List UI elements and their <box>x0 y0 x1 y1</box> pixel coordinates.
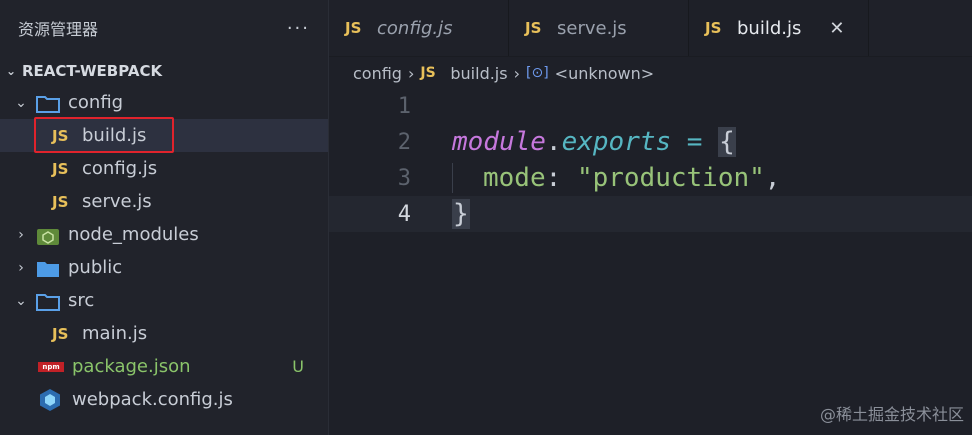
code-text: } <box>452 199 470 229</box>
node-folder-icon <box>36 227 59 245</box>
line-number: 2 <box>397 129 411 155</box>
breadcrumb: config › JS build.js › [⊙] <unknown> <box>329 57 972 89</box>
npm-icon: npm <box>38 361 64 372</box>
tree-item-label: webpack.config.js <box>72 389 233 410</box>
tree-item-src[interactable]: ⌄ src <box>0 284 328 317</box>
tree-item-label: config.js <box>82 158 158 179</box>
tree-item-config[interactable]: ⌄ config <box>0 86 328 119</box>
chevron-right-icon: › <box>18 226 24 243</box>
breadcrumb-file[interactable]: build.js <box>450 64 507 83</box>
tree-item-label: package.json <box>72 356 191 377</box>
tab-serve-js[interactable]: JS serve.js <box>509 0 689 56</box>
token-exports: exports <box>561 127 672 157</box>
token-string: "production" <box>576 163 765 193</box>
webpack-icon <box>38 388 62 412</box>
tree-item-webpack-config[interactable]: webpack.config.js <box>0 383 328 416</box>
tree-item-label: src <box>68 290 95 311</box>
tree-item-label: config <box>68 92 124 113</box>
symbol-icon: [⊙] <box>526 65 549 81</box>
line-number: 1 <box>397 93 411 119</box>
code-view[interactable]: 1 2 module.exports = { 3 mode: "producti… <box>329 88 972 232</box>
js-file-icon: JS <box>420 65 436 81</box>
chevron-right-icon: › <box>513 63 520 83</box>
folder-icon <box>36 260 59 277</box>
code-text: mode: "production", <box>452 163 780 193</box>
tab-bar: JS config.js JS serve.js JS build.js ✕ <box>329 0 972 57</box>
tree-item-serve-js[interactable]: JS serve.js <box>0 185 328 218</box>
explorer-sidebar: 资源管理器 ··· ⌄ REACT-WEBPACK ⌄ config JS bu… <box>0 0 329 435</box>
breadcrumb-folder[interactable]: config <box>353 64 402 83</box>
folder-open-icon <box>36 293 60 311</box>
js-file-icon: JS <box>52 159 69 178</box>
code-line-2: 2 module.exports = { <box>329 124 972 160</box>
token-open-brace: { <box>718 127 736 157</box>
watermark: @稀土掘金技术社区 <box>819 405 964 424</box>
tree-item-build-js[interactable]: JS build.js <box>0 117 328 153</box>
js-file-icon: JS <box>345 19 362 37</box>
js-file-icon: JS <box>705 19 722 37</box>
token-colon: : <box>545 163 577 193</box>
tree-item-main-js[interactable]: JS main.js <box>0 317 328 350</box>
chevron-down-icon: ⌄ <box>15 292 27 309</box>
tab-label: config.js <box>377 17 453 39</box>
close-icon[interactable]: ✕ <box>829 18 844 39</box>
chevron-right-icon: › <box>407 63 415 83</box>
chevron-right-icon: › <box>18 259 24 276</box>
code-line-1: 1 <box>329 88 972 124</box>
more-actions-icon[interactable]: ··· <box>287 18 310 39</box>
token-property: mode <box>483 163 546 193</box>
line-number: 4 <box>397 201 411 227</box>
token-dot: . <box>545 127 562 157</box>
workspace-section[interactable]: ⌄ REACT-WEBPACK <box>0 56 328 86</box>
line-number: 3 <box>397 165 411 191</box>
tab-label: build.js <box>737 17 802 39</box>
tab-config-js[interactable]: JS config.js <box>329 0 509 56</box>
git-status-badge: U <box>292 357 304 376</box>
workspace-name: REACT-WEBPACK <box>22 62 163 80</box>
tree-item-label: serve.js <box>82 191 152 212</box>
breadcrumb-symbol[interactable]: <unknown> <box>555 64 655 83</box>
chevron-down-icon: ⌄ <box>6 64 17 78</box>
js-file-icon: JS <box>52 192 69 211</box>
chevron-down-icon: ⌄ <box>15 94 27 111</box>
explorer-title: 资源管理器 <box>18 20 99 39</box>
token-comma: , <box>764 163 781 193</box>
tree-item-config-js[interactable]: JS config.js <box>0 152 328 185</box>
tree-item-label: public <box>68 257 123 278</box>
tree-item-node-modules[interactable]: › node_modules <box>0 218 328 251</box>
js-file-icon: JS <box>52 126 69 145</box>
js-file-icon: JS <box>52 324 69 343</box>
tree-item-public[interactable]: › public <box>0 251 328 284</box>
js-file-icon: JS <box>525 19 542 37</box>
tree-item-label: main.js <box>82 323 148 344</box>
explorer-header: 资源管理器 ··· <box>0 0 328 56</box>
code-line-4: 4 } <box>329 196 972 232</box>
tab-build-js[interactable]: JS build.js ✕ <box>689 0 869 56</box>
token-assign: = <box>671 127 719 157</box>
code-text: module.exports = { <box>452 127 736 157</box>
tab-label: serve.js <box>557 17 627 39</box>
code-line-3: 3 mode: "production", <box>329 160 972 196</box>
token-module: module <box>452 127 546 157</box>
folder-open-icon <box>36 95 60 113</box>
tree-item-label: build.js <box>82 125 147 146</box>
tree-item-label: node_modules <box>68 224 199 245</box>
tree-item-package-json[interactable]: npm package.json U <box>0 350 328 383</box>
editor-area: JS config.js JS serve.js JS build.js ✕ c… <box>329 0 972 435</box>
token-close-brace: } <box>452 199 470 229</box>
